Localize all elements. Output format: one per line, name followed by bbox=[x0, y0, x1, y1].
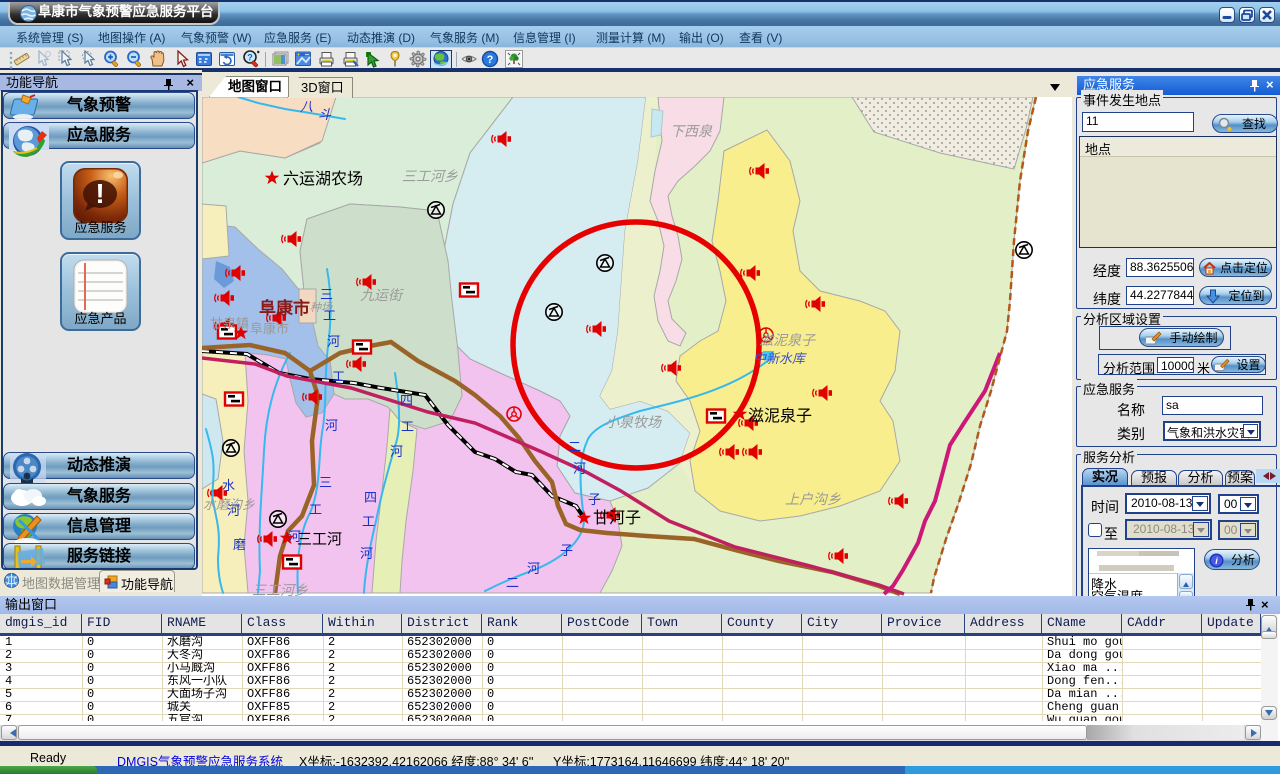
svg-text:工: 工 bbox=[362, 514, 375, 529]
svg-text:河: 河 bbox=[325, 418, 338, 433]
svg-text:三工河乡: 三工河乡 bbox=[402, 168, 458, 184]
svg-text:三: 三 bbox=[319, 475, 332, 490]
svg-text:工: 工 bbox=[323, 308, 336, 323]
svg-text:六运湖农场: 六运湖农场 bbox=[283, 170, 363, 188]
svg-text:斗: 斗 bbox=[318, 107, 332, 122]
svg-text:河: 河 bbox=[327, 334, 340, 349]
svg-text:阜康市: 阜康市 bbox=[259, 298, 310, 318]
svg-text:中新水库: 中新水库 bbox=[753, 351, 807, 366]
svg-text:子: 子 bbox=[588, 492, 601, 507]
svg-text:上户沟乡: 上户沟乡 bbox=[785, 491, 841, 507]
svg-text:三工河: 三工河 bbox=[297, 531, 342, 548]
svg-text:?: ? bbox=[487, 54, 494, 66]
svg-text:!: ! bbox=[95, 178, 104, 209]
svg-text:小泉牧场: 小泉牧场 bbox=[605, 414, 662, 430]
svg-text:甘河子: 甘河子 bbox=[593, 509, 641, 527]
svg-text:滋泥泉子: 滋泥泉子 bbox=[759, 332, 816, 348]
svg-text:四: 四 bbox=[400, 393, 413, 408]
svg-text:河: 河 bbox=[527, 561, 540, 576]
svg-text:八: 八 bbox=[300, 99, 313, 114]
svg-text:子: 子 bbox=[560, 543, 573, 558]
svg-text:滋泥泉子: 滋泥泉子 bbox=[748, 407, 812, 425]
svg-text:工: 工 bbox=[309, 502, 322, 517]
svg-text:二: 二 bbox=[506, 575, 519, 590]
svg-text:四: 四 bbox=[364, 490, 377, 505]
svg-text:九运街: 九运街 bbox=[360, 287, 404, 303]
svg-text:甘泉镇: 甘泉镇 bbox=[210, 316, 249, 331]
svg-text:?: ? bbox=[247, 53, 253, 63]
svg-text:工: 工 bbox=[401, 419, 414, 434]
svg-text:河: 河 bbox=[390, 444, 403, 459]
svg-text:河: 河 bbox=[360, 546, 373, 561]
svg-text:磨: 磨 bbox=[233, 537, 246, 552]
svg-text:工: 工 bbox=[332, 369, 345, 384]
svg-text:河: 河 bbox=[288, 529, 301, 544]
svg-text:河: 河 bbox=[227, 503, 240, 518]
svg-text:河: 河 bbox=[573, 461, 586, 476]
svg-text:下西泉: 下西泉 bbox=[670, 123, 713, 139]
svg-text:三: 三 bbox=[320, 287, 333, 302]
svg-text:二: 二 bbox=[568, 439, 581, 454]
svg-text:水: 水 bbox=[222, 478, 235, 493]
svg-text:阜康市: 阜康市 bbox=[250, 321, 289, 336]
